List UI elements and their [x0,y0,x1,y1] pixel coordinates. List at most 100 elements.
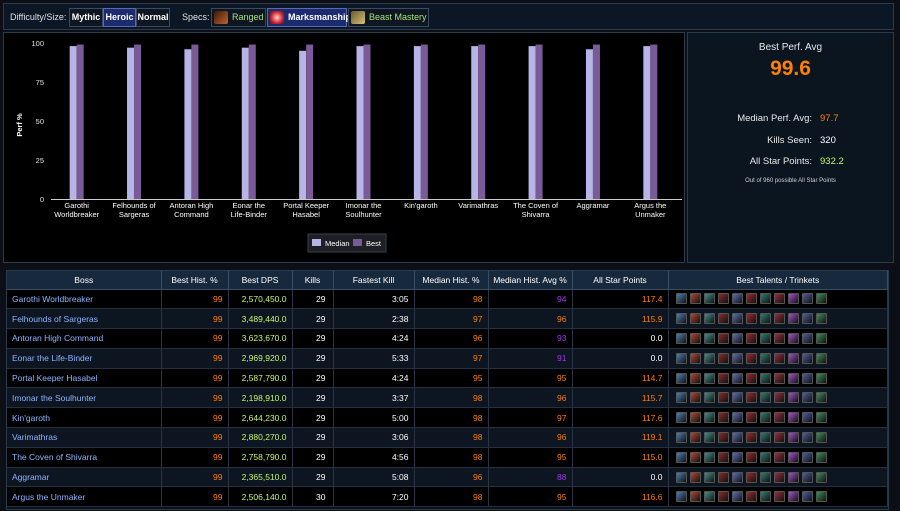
difficulty-mythic-button[interactable]: Mythic [69,8,103,27]
talent-icon[interactable] [745,332,757,344]
talent-icon[interactable] [773,313,785,325]
talent-icon[interactable] [801,352,813,364]
talent-icon[interactable] [787,372,799,384]
talent-icon[interactable] [717,392,729,404]
boss-link[interactable]: Aggramar [7,467,162,488]
talent-icon[interactable] [773,392,785,404]
talent-icon[interactable] [773,431,785,443]
best-dps-column-header[interactable]: Best DPS [228,271,293,290]
talent-icon[interactable] [689,471,701,483]
difficulty-heroic-button[interactable]: Heroic [103,8,136,27]
talent-icon[interactable] [717,293,729,305]
talent-icon[interactable] [745,431,757,443]
talent-icon[interactable] [759,352,771,364]
talent-icon[interactable] [689,313,701,325]
talent-icon[interactable] [717,451,729,463]
talent-icon[interactable] [731,352,743,364]
talent-icon[interactable] [745,412,757,424]
talent-icon[interactable] [801,451,813,463]
table-row[interactable]: Kin'garoth 99 2,644,230.0 29 5:00 98 97 117.6 [7,407,888,429]
talent-icon[interactable] [717,352,729,364]
talent-icon[interactable] [815,392,827,404]
talent-icon[interactable] [773,332,785,344]
talent-icon[interactable] [759,372,771,384]
talent-icon[interactable] [745,372,757,384]
talent-icon[interactable] [689,451,701,463]
talent-icon[interactable] [675,332,687,344]
talent-icon[interactable] [787,451,799,463]
talent-icon[interactable] [689,431,701,443]
talent-icon[interactable] [787,293,799,305]
difficulty-normal-button[interactable]: Normal [136,8,170,27]
boss-link[interactable]: Antoran High Command [7,328,162,349]
talent-icon[interactable] [689,372,701,384]
talent-icon[interactable] [759,293,771,305]
talent-icon[interactable] [801,431,813,443]
talent-icon[interactable] [717,471,729,483]
talent-icon[interactable] [675,372,687,384]
talent-icon[interactable] [689,392,701,404]
table-row[interactable]: Varimathras 99 2,880,270.0 29 3:06 98 96 119.1 [7,427,888,448]
talent-icon[interactable] [759,313,771,325]
talent-icon[interactable] [801,332,813,344]
talent-icon[interactable] [745,471,757,483]
talent-icon[interactable] [731,451,743,463]
talent-icon[interactable] [815,293,827,305]
talent-icon[interactable] [731,491,743,503]
talent-icon[interactable] [675,451,687,463]
talent-icon[interactable] [745,352,757,364]
talent-icon[interactable] [773,352,785,364]
table-row[interactable]: Eonar the Life-Binder 99 2,969,920.0 29 5:33… [7,348,888,369]
talent-icon[interactable] [801,313,813,325]
talent-icon[interactable] [731,293,743,305]
talent-icon[interactable] [717,412,729,424]
talent-icon[interactable] [731,372,743,384]
talent-icon[interactable] [689,412,701,424]
talent-icon[interactable] [675,392,687,404]
talent-icon[interactable] [759,412,771,424]
talent-icon[interactable] [787,471,799,483]
talent-icon[interactable] [759,392,771,404]
spec-marksmanship-button[interactable]: Marksmanship [267,8,351,27]
talent-icon[interactable] [815,313,827,325]
talent-icon[interactable] [703,431,715,443]
talent-icon[interactable] [689,352,701,364]
talent-icon[interactable] [717,372,729,384]
talent-icon[interactable] [703,332,715,344]
talent-icon[interactable] [759,471,771,483]
talent-icon[interactable] [759,451,771,463]
talent-icon[interactable] [745,313,757,325]
talent-icon[interactable] [703,313,715,325]
talent-icon[interactable] [717,332,729,344]
talent-icon[interactable] [815,471,827,483]
table-row[interactable]: Antoran High Command 99 3,623,670.0 29 4:24 9… [7,328,888,349]
talent-icon[interactable] [815,431,827,443]
boss-link[interactable]: Portal Keeper Hasabel [7,368,162,389]
talent-icon[interactable] [759,332,771,344]
talent-icon[interactable] [745,293,757,305]
talent-icon[interactable] [787,491,799,503]
talent-icon[interactable] [773,293,785,305]
talent-icon[interactable] [731,392,743,404]
talent-icon[interactable] [773,451,785,463]
boss-link[interactable]: Argus the Unmaker [7,486,162,508]
talent-icon[interactable] [675,352,687,364]
talent-icon[interactable] [731,412,743,424]
talent-icon[interactable] [787,431,799,443]
talent-icon[interactable] [787,392,799,404]
talent-icon[interactable] [703,412,715,424]
boss-column-header[interactable]: Boss [7,271,162,290]
talent-icon[interactable] [745,392,757,404]
talent-icon[interactable] [787,313,799,325]
talent-icon[interactable] [801,471,813,483]
talent-icon[interactable] [717,431,729,443]
talent-icon[interactable] [815,412,827,424]
talent-icon[interactable] [745,451,757,463]
talent-icon[interactable] [703,451,715,463]
spec-ranged-button[interactable]: Ranged [211,8,266,27]
talent-icon[interactable] [801,293,813,305]
all-star-points-column-header[interactable]: All Star Points [572,271,669,290]
talent-icon[interactable] [787,352,799,364]
table-row[interactable]: Felhounds of Sargeras 99 3,489,440.0 29 2:38… [7,308,888,330]
best-talents-column-header[interactable]: Best Talents / Trinkets [668,271,888,290]
